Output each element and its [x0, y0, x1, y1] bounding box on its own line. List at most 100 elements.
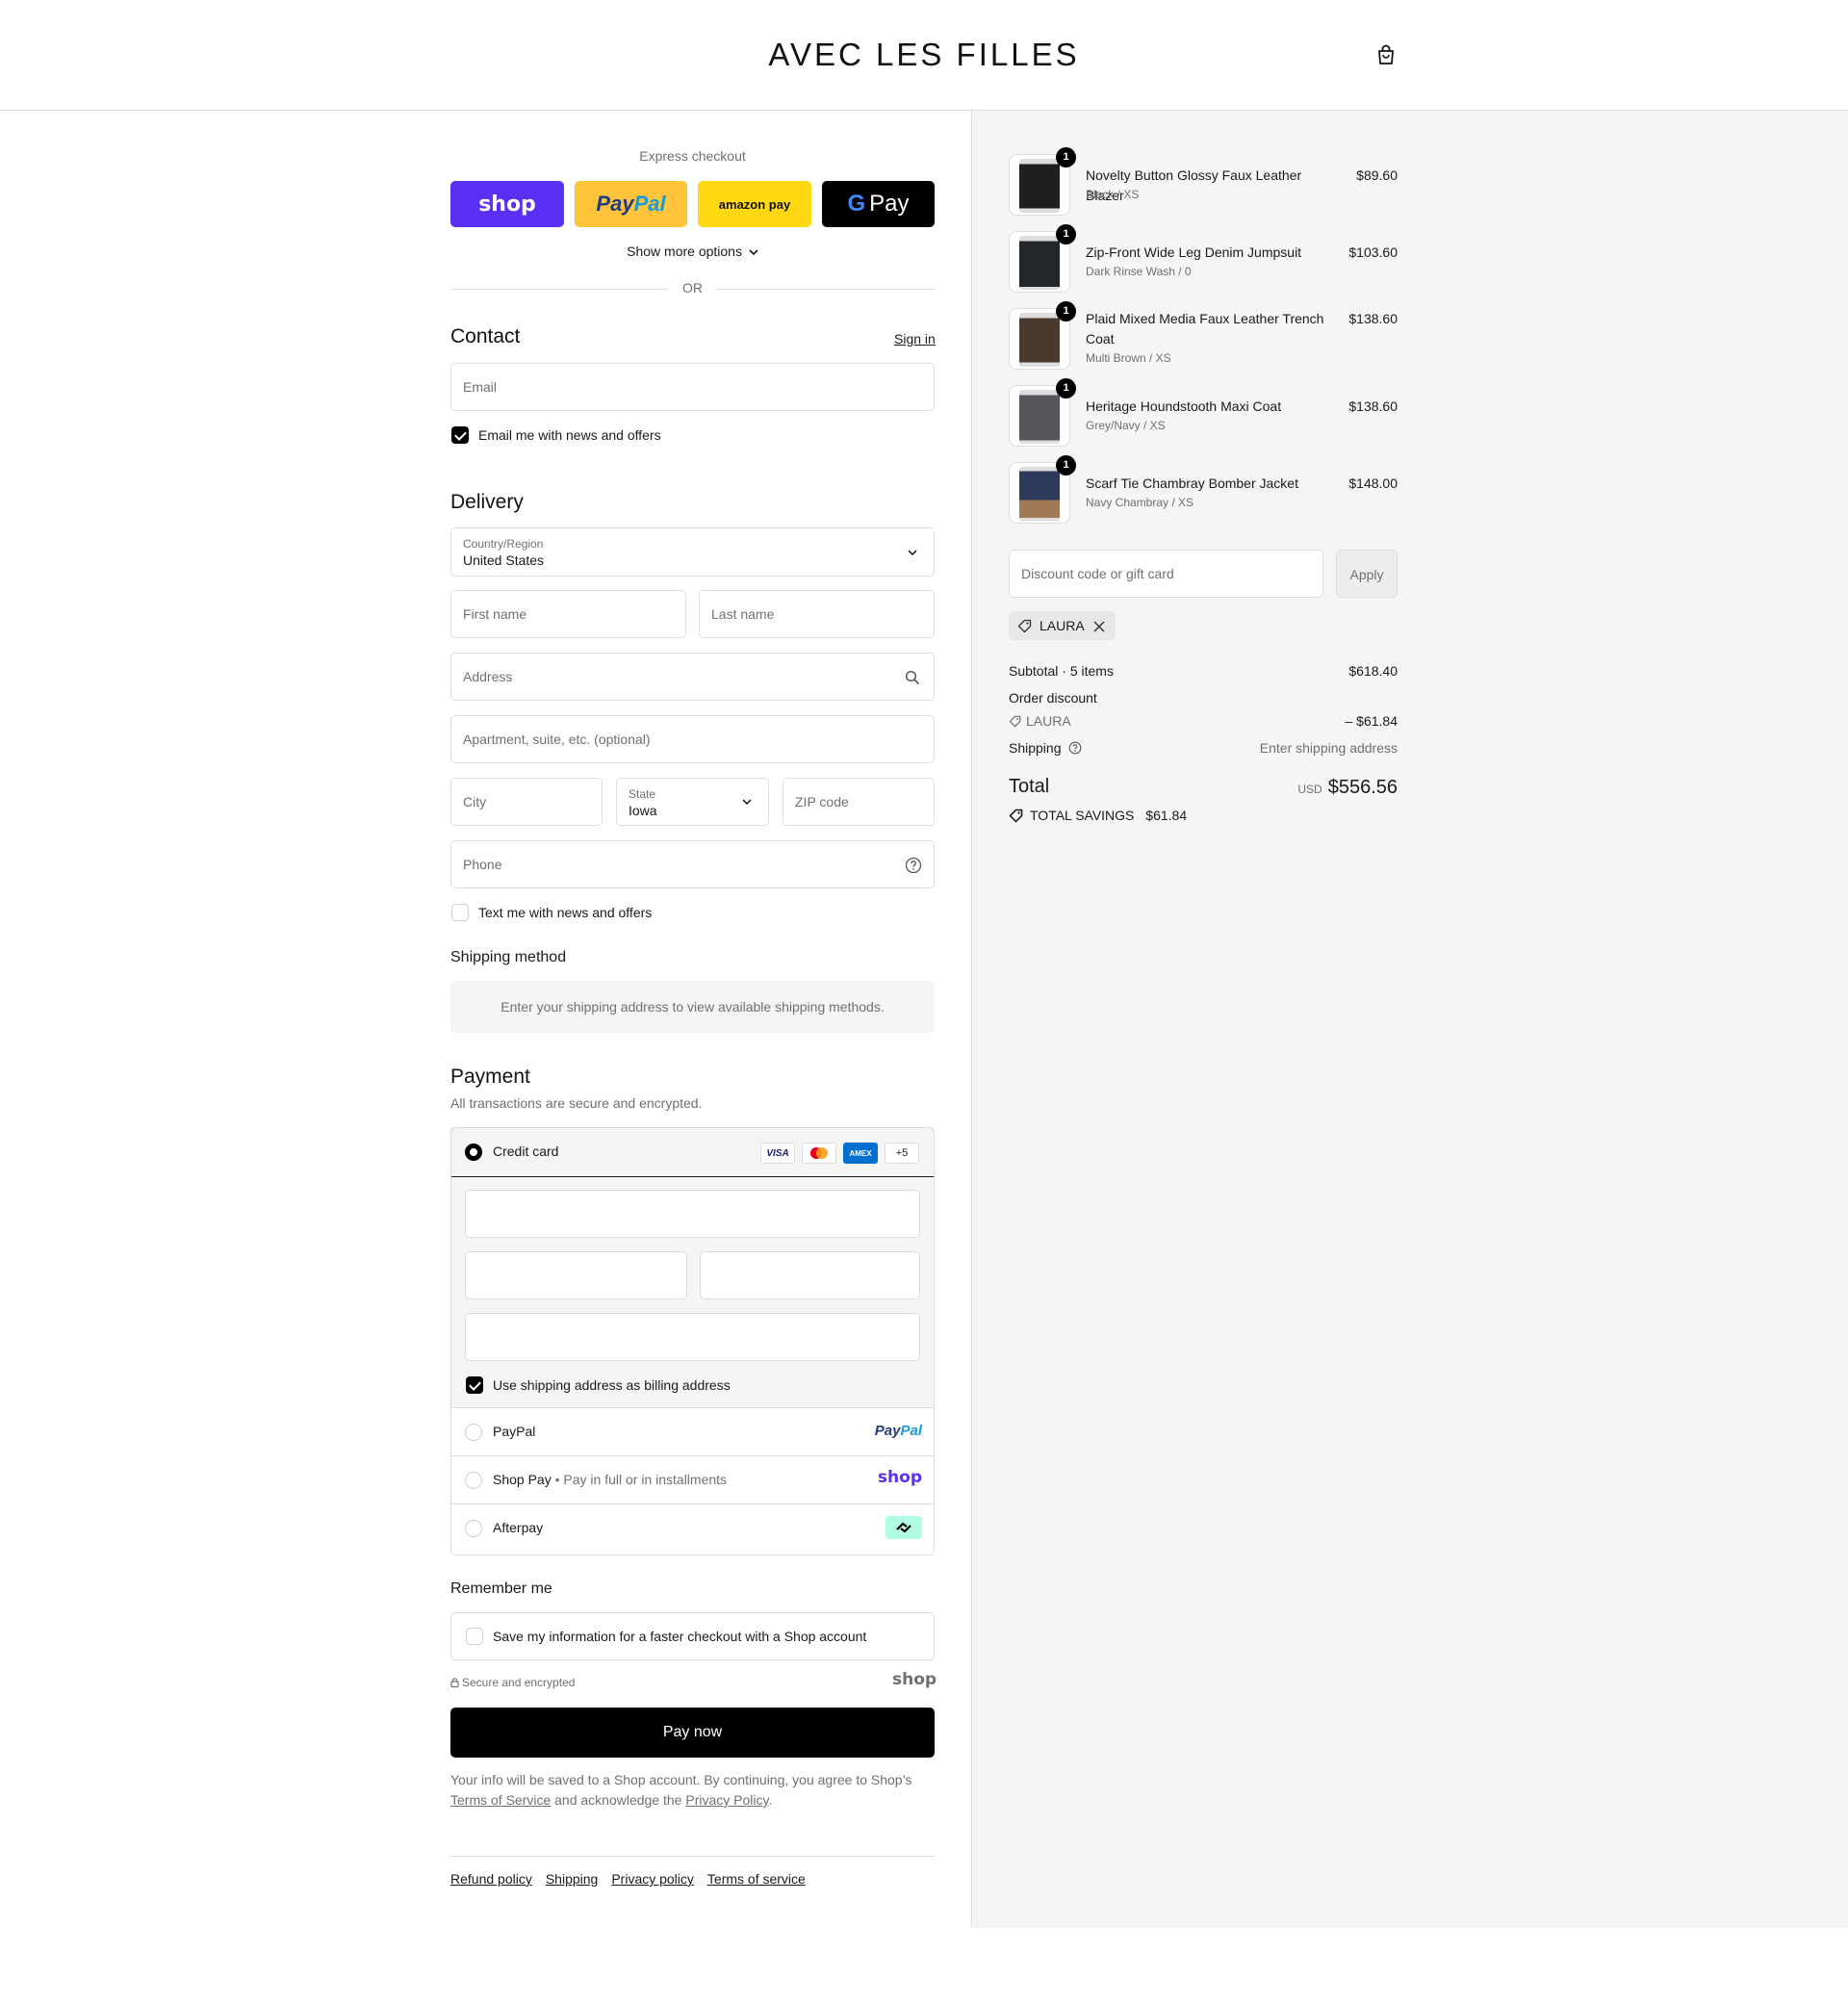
phone-placeholder: Phone	[463, 857, 502, 872]
city-field[interactable]: City	[450, 778, 603, 826]
or-label: OR	[682, 280, 703, 295]
paypal-logo-part2: Pal	[900, 1423, 922, 1439]
credit-card-radio[interactable]	[465, 1143, 482, 1161]
applied-discount-chip: LAURA	[1009, 611, 1116, 640]
order-summary-panel	[972, 111, 1848, 1928]
discount-code-input[interactable]: Discount code or gift card	[1009, 550, 1323, 598]
payment-subtitle: All transactions are secure and encrypte…	[450, 1095, 703, 1111]
order-discount-label: Order discount	[1009, 690, 1097, 706]
terms-of-service-footer-link[interactable]: Terms of service	[707, 1871, 806, 1887]
help-circle-icon[interactable]	[1068, 741, 1082, 755]
pay-now-button[interactable]: Pay now	[450, 1708, 935, 1758]
terms-of-service-link[interactable]: Terms of Service	[450, 1792, 551, 1808]
phone-field[interactable]: Phone	[450, 840, 935, 888]
close-icon[interactable]	[1093, 621, 1105, 632]
product-image	[1019, 236, 1060, 290]
credit-card-option[interactable]: Credit card VISA AMEX +5	[451, 1128, 934, 1177]
shipping-row: Shipping Enter shipping address	[1009, 740, 1398, 756]
cart-item-variant: Multi Brown / XS	[1086, 351, 1171, 365]
paypal-express-button[interactable]: Pay Pal	[575, 181, 687, 227]
total-row: Total USD $556.56	[1009, 776, 1398, 801]
payment-methods: Credit card VISA AMEX +5 Use shipping ad…	[450, 1127, 935, 1555]
discount-code-label: LAURA	[1026, 713, 1071, 729]
zip-field[interactable]: ZIP code	[783, 778, 935, 826]
afterpay-radio[interactable]	[465, 1520, 482, 1537]
card-expiry-field[interactable]	[465, 1251, 687, 1299]
subtotal-value: $618.40	[1348, 663, 1398, 679]
total-currency: USD	[1297, 783, 1322, 796]
shop-pay-radio[interactable]	[465, 1472, 482, 1489]
legal-text-2: and acknowledge the	[551, 1792, 686, 1808]
delivery-heading: Delivery	[450, 491, 524, 513]
refund-policy-link[interactable]: Refund policy	[450, 1871, 532, 1887]
cart-item-thumbnail: 1	[1009, 301, 1076, 370]
cart-item-price: $89.60	[1356, 167, 1398, 183]
last-name-field[interactable]: Last name	[699, 590, 935, 638]
apartment-field[interactable]: Apartment, suite, etc. (optional)	[450, 715, 935, 763]
amex-icon: AMEX	[843, 1143, 878, 1164]
apply-discount-button[interactable]: Apply	[1336, 550, 1398, 598]
afterpay-option[interactable]: Afterpay	[451, 1504, 934, 1553]
amazon-pay-express-button[interactable]: amazon pay	[698, 181, 811, 227]
country-select[interactable]: Country/Region United States	[450, 527, 935, 577]
tag-icon	[1009, 809, 1023, 823]
billing-same-checkbox[interactable]	[466, 1376, 483, 1394]
total-label: Total	[1009, 776, 1050, 797]
country-value: United States	[463, 552, 545, 568]
address-field[interactable]: Address	[450, 653, 935, 701]
help-circle-icon[interactable]	[905, 857, 922, 874]
card-security-code-field[interactable]	[700, 1251, 920, 1299]
paypal-radio[interactable]	[465, 1424, 482, 1441]
billing-same-label: Use shipping address as billing address	[493, 1377, 731, 1393]
text-news-checkbox[interactable]	[451, 904, 469, 921]
email-news-checkbox[interactable]	[451, 426, 469, 444]
first-name-field[interactable]: First name	[450, 590, 686, 638]
remember-me-box: Save my information for a faster checkou…	[450, 1612, 935, 1660]
legal-notice: Your info will be saved to a Shop accoun…	[450, 1770, 935, 1811]
cart-item-price: $148.00	[1348, 475, 1398, 491]
quantity-badge: 1	[1056, 147, 1076, 167]
shop-pay-title: Shop Pay	[493, 1472, 552, 1487]
search-icon	[905, 670, 920, 685]
paypal-logo: PayPal	[875, 1423, 922, 1439]
paypal-logo-part1: Pay	[596, 192, 634, 216]
paypal-option[interactable]: PayPal PayPal	[451, 1408, 934, 1456]
cart-item-name: Heritage Houndstooth Maxi Coat	[1086, 398, 1282, 414]
mastercard-icon	[802, 1143, 836, 1164]
cart-item-name: Scarf Tie Chambray Bomber Jacket	[1086, 475, 1298, 491]
bag-icon[interactable]	[1375, 43, 1397, 66]
or-divider: OR	[450, 280, 935, 297]
store-logo[interactable]: AVEC LES FILLES	[0, 37, 1848, 73]
chevron-down-icon	[749, 249, 758, 256]
google-pay-express-button[interactable]: G Pay	[822, 181, 935, 227]
show-more-options-button[interactable]: Show more options	[450, 244, 935, 259]
more-cards-label: +5	[895, 1147, 909, 1159]
subtotal-label: Subtotal · 5 items	[1009, 663, 1114, 679]
shipping-link[interactable]: Shipping	[546, 1871, 599, 1887]
footer-divider	[450, 1856, 935, 1857]
privacy-policy-footer-link[interactable]: Privacy policy	[611, 1871, 694, 1887]
total-value: $556.56	[1327, 777, 1398, 798]
privacy-policy-link[interactable]: Privacy Policy	[685, 1792, 768, 1808]
shop-pay-express-button[interactable]: shop	[450, 181, 564, 227]
cart-item-thumbnail: 1	[1009, 224, 1076, 293]
quantity-badge: 1	[1056, 301, 1076, 321]
visa-icon: VISA	[760, 1143, 795, 1164]
cart-item-variant: Dark Rinse Wash / 0	[1086, 265, 1192, 278]
state-select[interactable]: State Iowa	[616, 778, 769, 826]
show-more-options-label: Show more options	[627, 244, 742, 259]
shop-pay-option[interactable]: Shop Pay • Pay in full or in installment…	[451, 1456, 934, 1504]
card-name-field[interactable]	[465, 1313, 920, 1361]
cart-item-variant: Black / XS	[1086, 188, 1140, 201]
footer-links: Refund policy Shipping Privacy policy Te…	[450, 1871, 806, 1887]
card-number-field[interactable]	[465, 1190, 920, 1238]
subtotal-row: Subtotal · 5 items $618.40	[1009, 663, 1398, 679]
zip-placeholder: ZIP code	[795, 794, 849, 809]
legal-text-1: Your info will be saved to a Shop accoun…	[450, 1772, 912, 1787]
sign-in-link[interactable]: Sign in	[894, 331, 936, 347]
email-field[interactable]: Email	[450, 363, 935, 411]
save-info-checkbox[interactable]	[466, 1628, 483, 1645]
remember-me-heading: Remember me	[450, 1580, 552, 1597]
product-image	[1019, 467, 1060, 521]
contact-heading: Contact	[450, 325, 521, 347]
